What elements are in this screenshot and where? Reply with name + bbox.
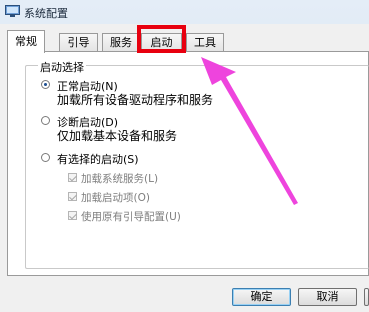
use-original-boot-config-checkbox[interactable]: [68, 211, 77, 220]
ok-button[interactable]: 确定: [232, 288, 291, 306]
tab-tools[interactable]: 工具: [186, 33, 224, 52]
system-config-icon: [5, 5, 20, 17]
selective-startup-radio[interactable]: [41, 153, 50, 162]
tab-general[interactable]: 常规: [7, 30, 45, 53]
use-original-boot-config-label: 使用原有引导配置(U): [81, 211, 181, 223]
apply-button-partial[interactable]: [364, 288, 369, 306]
tab-services[interactable]: 服务: [102, 33, 140, 52]
normal-startup-radio[interactable]: [41, 80, 50, 89]
diagnostic-startup-description: 仅加载基本设备和服务: [57, 129, 178, 143]
normal-startup-description: 加载所有设备驱动程序和服务: [57, 93, 214, 107]
system-config-window: 系统配置 常规 引导 服务 启动 工具 启动选择 正常启动(N) 加载所有设备驱…: [0, 0, 369, 312]
window-title: 系统配置: [24, 7, 68, 20]
startup-selection-label: 启动选择: [38, 59, 86, 75]
load-system-services-checkbox[interactable]: [68, 173, 77, 182]
title-bar: 系统配置: [0, 0, 369, 24]
tab-boot[interactable]: 引导: [59, 33, 98, 52]
pointer-arrow-icon: [201, 57, 298, 205]
load-system-services-label: 加载系统服务(L): [81, 173, 159, 185]
startup-tab-highlight: [137, 25, 186, 53]
load-startup-items-checkbox[interactable]: [68, 192, 77, 201]
diagnostic-startup-radio[interactable]: [41, 116, 50, 125]
load-startup-items-label: 加载启动项(O): [81, 192, 150, 204]
selective-startup-label[interactable]: 有选择的启动(S): [57, 151, 139, 167]
cancel-button[interactable]: 取消: [298, 288, 357, 306]
